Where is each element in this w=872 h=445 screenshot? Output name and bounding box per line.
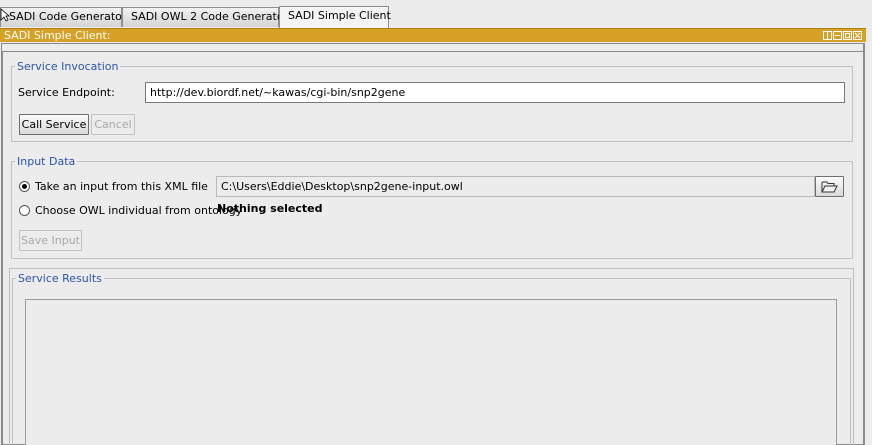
tab-label: SADI Simple Client <box>288 9 391 22</box>
owl-individual-option-label[interactable]: Choose OWL individual from ontology <box>35 204 242 218</box>
folder-open-icon <box>821 181 838 193</box>
tab-sadi-code-generator[interactable]: SADI Code Generator <box>0 7 126 27</box>
owl-selection-status: Nothing selected <box>217 202 323 215</box>
maximize-icon[interactable] <box>843 31 852 40</box>
tab-sadi-owl2-code-generator[interactable]: SADI OWL 2 Code Generator <box>122 7 288 27</box>
owl-individual-radio[interactable] <box>19 205 30 216</box>
xml-file-path-field: C:\Users\Eddie\Desktop\snp2gene-input.ow… <box>216 176 815 197</box>
view-title: SADI Simple Client: <box>4 29 111 42</box>
cancel-button[interactable]: Cancel <box>91 114 135 135</box>
minimize-icon[interactable] <box>833 31 842 40</box>
call-service-button[interactable]: Call Service <box>19 114 89 135</box>
tab-strip: SADI Code Generator SADI OWL 2 Code Gene… <box>0 0 872 28</box>
tab-sadi-simple-client[interactable]: SADI Simple Client <box>279 6 391 28</box>
service-results-legend: Service Results <box>16 272 104 285</box>
xml-file-path: C:\Users\Eddie\Desktop\snp2gene-input.ow… <box>221 180 463 193</box>
tab-label: SADI Code Generator <box>9 10 127 23</box>
service-results-area[interactable] <box>25 299 837 445</box>
service-invocation-legend: Service Invocation <box>15 60 121 73</box>
tab-label: SADI OWL 2 Code Generator <box>131 10 289 23</box>
browse-file-button[interactable] <box>815 176 844 197</box>
save-input-button[interactable]: Save Input <box>19 230 82 251</box>
service-endpoint-label: Service Endpoint: <box>18 86 115 99</box>
xml-file-option-label[interactable]: Take an input from this XML file <box>35 180 208 194</box>
call-service-label: Call Service <box>21 118 87 131</box>
xml-file-radio[interactable] <box>19 181 30 192</box>
tile-icon[interactable] <box>823 31 832 40</box>
input-data-legend: Input Data <box>15 155 78 168</box>
service-invocation-group <box>11 66 853 142</box>
save-input-label: Save Input <box>21 234 80 247</box>
service-endpoint-value: http://dev.biordf.net/~kawas/cgi-bin/snp… <box>150 86 406 99</box>
cancel-label: Cancel <box>94 118 132 131</box>
mouse-cursor-icon <box>0 8 10 22</box>
close-icon[interactable] <box>853 31 862 40</box>
service-endpoint-input[interactable]: http://dev.biordf.net/~kawas/cgi-bin/snp… <box>145 82 845 103</box>
view-title-bar: SADI Simple Client: <box>0 28 866 42</box>
